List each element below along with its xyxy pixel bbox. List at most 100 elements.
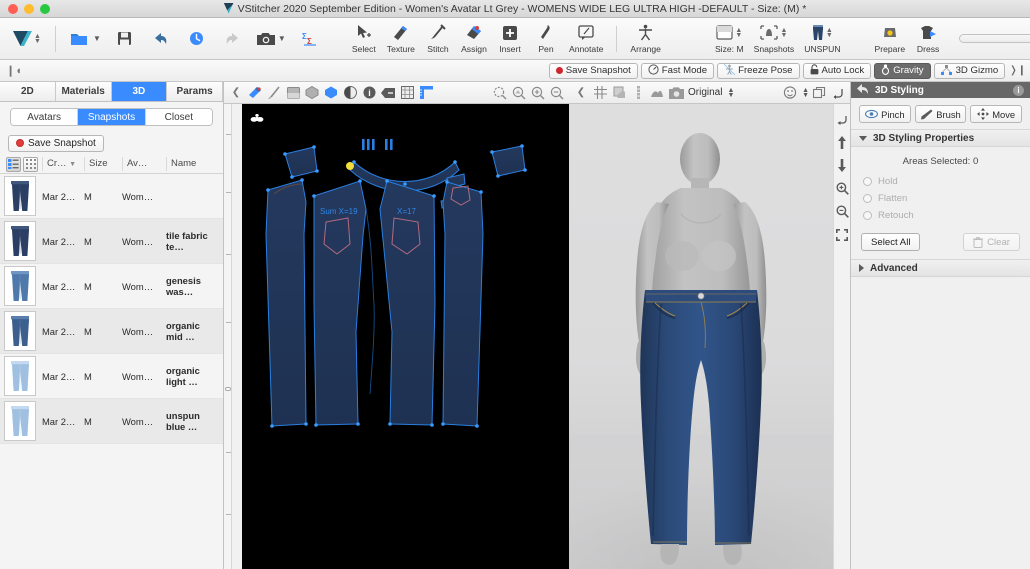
save-button[interactable] <box>108 29 142 48</box>
snapshot-thumbnail[interactable] <box>4 176 36 216</box>
zoom-piece-icon[interactable] <box>510 84 528 102</box>
tab-snapshots[interactable]: Snapshots <box>78 109 145 125</box>
panel-collapse-button[interactable]: ❙◖ <box>0 64 22 77</box>
redo-button[interactable] <box>216 29 250 48</box>
table-row[interactable]: Mar 2…MWom…tile fabric te… <box>0 219 223 264</box>
fabric-icon[interactable] <box>246 84 264 102</box>
stitch-tool[interactable]: Stitch <box>421 22 455 55</box>
stitch-icon[interactable] <box>265 84 283 102</box>
app-logo-stepper[interactable]: ▲▼ <box>34 34 41 44</box>
select-all-button[interactable]: Select All <box>861 233 920 251</box>
measure-button[interactable]: ΣΣ <box>293 29 327 48</box>
avatar-view-stepper[interactable]: ▲▼ <box>802 88 809 98</box>
back-arrow-icon[interactable] <box>857 81 869 99</box>
table-row[interactable]: Mar 2…MWom…organic mid … <box>0 309 223 354</box>
size-stepper[interactable]: ▲▼ <box>735 28 742 38</box>
table-row[interactable]: Mar 2…MWom…organic light … <box>0 354 223 399</box>
vertical-ruler[interactable] <box>224 104 232 569</box>
snapshot-thumbnail[interactable] <box>4 311 36 351</box>
table-row[interactable]: Mar 2…MWom… <box>0 174 223 219</box>
styling-properties-section[interactable]: 3D Styling Properties <box>851 129 1030 147</box>
chevron-down-icon[interactable]: ▼ <box>93 34 101 43</box>
grid-icon[interactable] <box>398 84 416 102</box>
col-created[interactable]: Cr… ▼ <box>42 157 84 171</box>
gizmo-pill[interactable]: 3D Gizmo <box>934 63 1006 79</box>
table-row[interactable]: Mar 2…MWom…unspun blue … <box>0 399 223 444</box>
auto-lock-pill[interactable]: Auto Lock <box>803 63 872 79</box>
avatar-render[interactable] <box>569 104 833 569</box>
collapse-left-icon[interactable]: ❮ <box>572 84 590 102</box>
window-controls[interactable] <box>8 4 50 14</box>
snapshots-stepper[interactable]: ▲▼ <box>780 28 787 38</box>
avatar-canvas[interactable] <box>569 104 833 569</box>
app-logo-button[interactable]: ▲▼ <box>8 29 46 48</box>
unspun-tool[interactable]: ▲▼ UNSPUN <box>800 22 844 55</box>
rotate-icon[interactable] <box>835 112 850 127</box>
advanced-section[interactable]: Advanced <box>851 259 1030 277</box>
reset-icon[interactable] <box>829 84 847 102</box>
tab-closet[interactable]: Closet <box>146 109 212 125</box>
ruler-handle[interactable] <box>225 387 231 391</box>
prepare-tool[interactable]: Prepare <box>871 22 910 55</box>
gravity-pill[interactable]: Gravity <box>874 63 930 79</box>
zoom-in-icon[interactable] <box>835 181 850 196</box>
brush-tool[interactable]: Brush <box>915 105 967 123</box>
save-snapshot-button[interactable]: Save Snapshot <box>8 135 104 152</box>
texture-tool[interactable]: Texture <box>383 22 419 55</box>
fit-icon[interactable] <box>835 227 850 242</box>
fast-mode-pill[interactable]: Fast Mode <box>641 63 714 79</box>
zoom-out-icon[interactable] <box>835 204 850 219</box>
panel-expand-button[interactable]: ❭❙ <box>1008 65 1026 76</box>
pattern-canvas[interactable]: Sum X=19 X=17 <box>242 104 569 569</box>
pattern-pieces[interactable]: Sum X=19 X=17 <box>242 104 569 569</box>
close-button[interactable] <box>8 4 18 14</box>
render-mode-label[interactable]: Original <box>686 87 724 98</box>
list-view-button[interactable] <box>6 157 21 172</box>
dress-tool[interactable]: Dress <box>911 22 945 55</box>
open-folder-button[interactable]: ▼ <box>65 29 106 48</box>
arrange-tool[interactable]: Arrange <box>626 22 665 55</box>
clear-button[interactable]: Clear <box>963 233 1020 251</box>
snapshot-thumbnail[interactable] <box>4 356 36 396</box>
zoom-in-icon[interactable] <box>529 84 547 102</box>
zoom-button[interactable] <box>40 4 50 14</box>
grid-icon[interactable] <box>591 84 609 102</box>
environment-icon[interactable] <box>648 84 666 102</box>
snapshot-thumbnail[interactable] <box>4 221 36 261</box>
col-size[interactable]: Size <box>84 157 122 171</box>
insert-tool[interactable]: Insert <box>493 22 527 55</box>
move-up-icon[interactable] <box>835 135 850 150</box>
ruler-icon[interactable] <box>417 84 435 102</box>
freeze-pose-pill[interactable]: Freeze Pose <box>717 63 799 79</box>
col-avatar[interactable]: Av… <box>122 157 166 171</box>
tab-3d[interactable]: 3D <box>112 82 168 101</box>
board-icon[interactable] <box>284 84 302 102</box>
hold-radio[interactable]: Hold <box>851 173 1030 190</box>
assign-tool[interactable]: Assign <box>457 22 491 55</box>
zoom-out-icon[interactable] <box>548 84 566 102</box>
seam-icon[interactable] <box>303 84 321 102</box>
pinch-tool[interactable]: Pinch <box>859 105 911 123</box>
save-snapshot-pill[interactable]: Save Snapshot <box>549 63 638 79</box>
camera-button[interactable]: ▼ <box>252 29 291 48</box>
grid-view-button[interactable] <box>23 157 38 172</box>
chevron-down-icon[interactable]: ▼ <box>278 34 286 43</box>
move-down-icon[interactable] <box>835 158 850 173</box>
move-tool[interactable]: Move <box>970 105 1022 123</box>
pen-tool[interactable]: Pen <box>529 22 563 55</box>
col-name[interactable]: Name <box>166 157 217 171</box>
snapshot-thumbnail[interactable] <box>4 266 36 306</box>
snapshot-thumbnail[interactable] <box>4 401 36 441</box>
snapshots-tool[interactable]: ▲▼ Snapshots <box>750 22 799 55</box>
zoom-fit-icon[interactable] <box>491 84 509 102</box>
layout-icon[interactable] <box>810 84 828 102</box>
label-icon[interactable] <box>379 84 397 102</box>
size-selector[interactable]: ▲▼ Size: M <box>711 22 748 55</box>
piece-fill-icon[interactable] <box>322 84 340 102</box>
select-tool[interactable]: Select <box>347 22 381 55</box>
tab-avatars[interactable]: Avatars <box>11 109 78 125</box>
history-button[interactable] <box>180 29 214 48</box>
tab-2d[interactable]: 2D <box>0 82 56 101</box>
unspun-stepper[interactable]: ▲▼ <box>826 28 833 38</box>
tab-params[interactable]: Params <box>167 82 223 101</box>
